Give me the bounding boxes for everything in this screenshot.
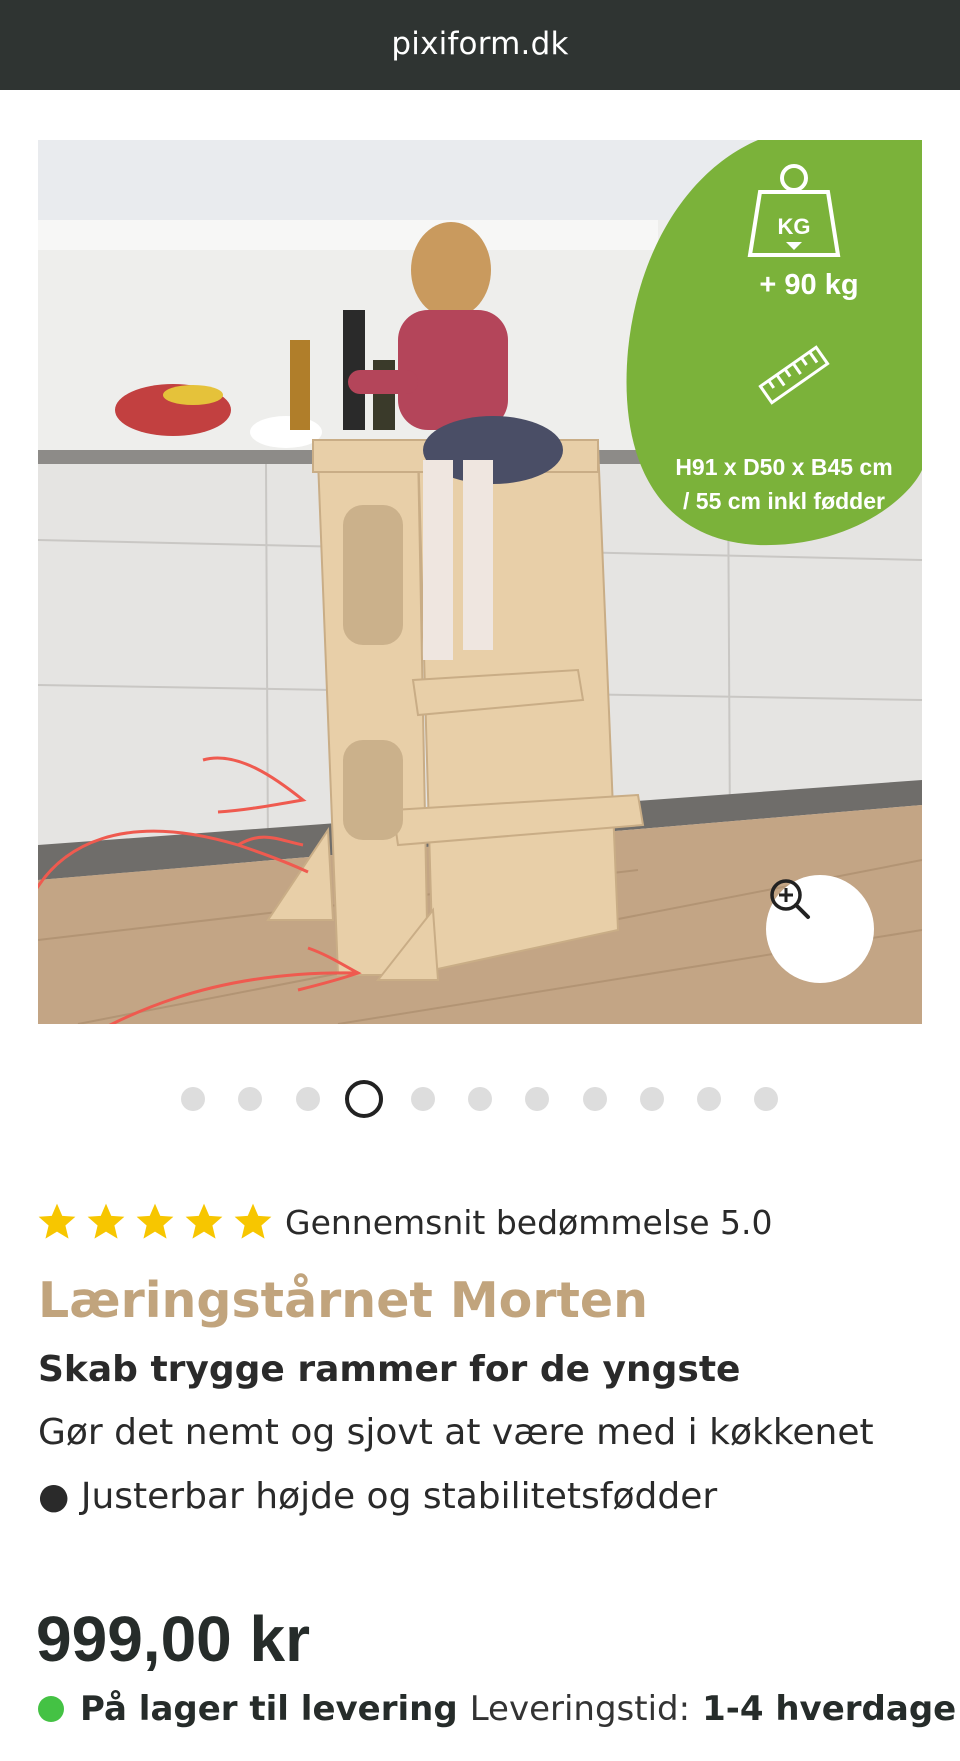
rating-stars — [36, 1201, 281, 1243]
star-icon — [185, 1203, 223, 1239]
dimensions-line-2: / 55 cm inkl fødder — [683, 488, 885, 514]
in-stock-indicator-icon — [38, 1696, 64, 1722]
star-icon — [87, 1203, 125, 1239]
domain-label: pixiform.dk — [391, 25, 569, 62]
delivery-label: Leveringstid: — [469, 1689, 691, 1729]
star-icon — [136, 1203, 174, 1239]
carousel-dot[interactable] — [640, 1087, 664, 1111]
image-carousel-dots — [0, 1078, 960, 1118]
carousel-dot[interactable] — [754, 1087, 778, 1111]
carousel-dot[interactable] — [468, 1087, 492, 1111]
product-subtitle: Skab trygge rammer for de yngste — [38, 1349, 741, 1390]
star-icon — [38, 1203, 76, 1239]
svg-text:KG: KG — [778, 214, 811, 239]
dimensions-text: H91 x D50 x B45 cm / 55 cm inkl fødder — [648, 450, 920, 518]
star-icon — [234, 1203, 272, 1239]
carousel-dot[interactable] — [697, 1087, 721, 1111]
browser-address-bar[interactable]: pixiform.dk — [0, 0, 960, 90]
product-price: 999,00 kr — [36, 1603, 311, 1675]
carousel-dot-active[interactable] — [345, 1080, 383, 1118]
carousel-dot[interactable] — [238, 1087, 262, 1111]
carousel-dot[interactable] — [525, 1087, 549, 1111]
stock-status: På lager til levering Leveringstid: 1-4 … — [38, 1687, 956, 1731]
carousel-dot[interactable] — [296, 1087, 320, 1111]
zoom-in-icon — [770, 879, 810, 919]
product-image[interactable]: KG + 90 kg H91 x D50 x B45 cm / 55 cm in… — [38, 140, 922, 1024]
delivery-time: 1-4 hverdage — [702, 1689, 957, 1729]
stock-status-text: På lager til levering — [80, 1689, 458, 1729]
product-description: Gør det nemt og sjovt at være med i køkk… — [38, 1412, 874, 1453]
carousel-dot[interactable] — [583, 1087, 607, 1111]
dimensions-line-1: H91 x D50 x B45 cm — [675, 454, 893, 480]
carousel-dot[interactable] — [411, 1087, 435, 1111]
zoom-button[interactable] — [766, 875, 874, 983]
weight-capacity: + 90 kg — [759, 269, 859, 301]
product-rating[interactable]: Gennemsnit bedømmelse 5.0 — [36, 1198, 772, 1246]
rating-text: Gennemsnit bedømmelse 5.0 — [285, 1202, 773, 1242]
product-feature: ● Justerbar højde og stabilitetsfødder — [38, 1476, 718, 1517]
carousel-dot[interactable] — [181, 1087, 205, 1111]
product-title: Læringstårnet Morten — [38, 1272, 649, 1329]
